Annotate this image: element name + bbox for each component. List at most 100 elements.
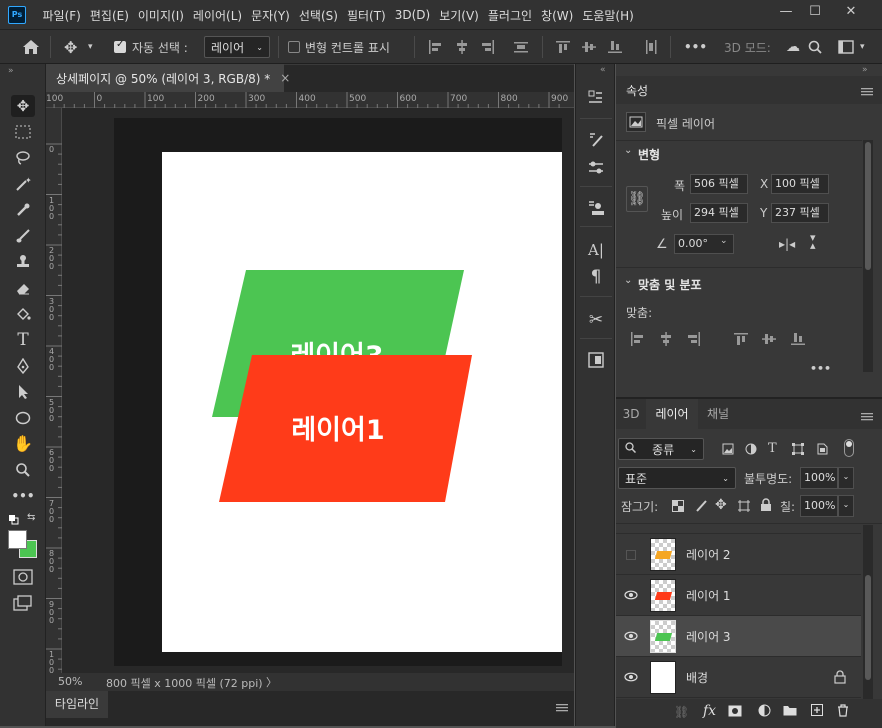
menu-type[interactable]: 문자(Y) (247, 7, 295, 24)
lock-all-icon[interactable] (760, 498, 772, 515)
add-mask-icon[interactable] (728, 705, 742, 720)
paragraph-icon[interactable]: ¶ (584, 265, 608, 289)
info-menu-arrow[interactable]: 〉 (266, 674, 277, 690)
lock-pixels-icon[interactable] (694, 499, 708, 516)
chevron-down-icon[interactable]: ⌄ (624, 145, 632, 156)
marquee-tool-icon[interactable] (11, 121, 35, 143)
adjustments-icon[interactable] (584, 156, 608, 180)
panel-menu-icon[interactable] (861, 85, 873, 99)
menu-file[interactable]: 파일(F) (38, 7, 85, 24)
close-button[interactable]: ✕ (836, 2, 866, 22)
menu-filter[interactable]: 필터(T) (342, 7, 390, 24)
close-icon[interactable]: × (280, 71, 290, 85)
new-layer-icon[interactable] (811, 704, 823, 719)
swap-colors-icon[interactable]: ⇆ (27, 512, 35, 523)
workspace-icon[interactable] (838, 30, 854, 64)
layer-name[interactable]: 레이어 2 (686, 546, 731, 563)
eye-icon[interactable] (624, 630, 638, 644)
canvas-area[interactable]: 레이어3 레이어1 (62, 108, 574, 673)
menu-help[interactable]: 도움말(H) (578, 7, 639, 24)
align-top-icon[interactable] (556, 30, 570, 64)
foreground-color-swatch[interactable] (8, 530, 27, 549)
path-selection-tool-icon[interactable] (11, 381, 35, 403)
transform-controls-checkbox[interactable] (288, 30, 300, 64)
layer-row-2[interactable]: 레이어 2 (616, 534, 861, 575)
delete-layer-icon[interactable] (837, 704, 849, 720)
pen-tool-icon[interactable] (11, 355, 35, 377)
align-bottom-icon[interactable] (791, 332, 805, 349)
menu-image[interactable]: 이미지(I) (133, 7, 188, 24)
flip-vertical-icon[interactable]: ▾ ▴ (810, 232, 816, 251)
link-icon[interactable]: ⛓ (626, 186, 648, 212)
distribute-v-icon[interactable] (644, 30, 658, 64)
panel-menu-icon[interactable] (556, 701, 568, 715)
chevron-down-icon[interactable]: ⌄ (838, 467, 854, 489)
layer-row-1[interactable]: 레이어 1 (616, 575, 861, 616)
width-field[interactable]: 506 픽셀 (690, 174, 748, 194)
menu-window[interactable]: 창(W) (537, 7, 578, 24)
link-layers-icon[interactable]: ⛓ (674, 705, 689, 719)
magic-wand-tool-icon[interactable]: ✦ (11, 173, 35, 195)
document-tab[interactable]: 상세페이지 @ 50% (레이어 3, RGB/8) * × (46, 64, 290, 92)
properties-scrollbar[interactable] (863, 140, 873, 372)
layer-filter-dropdown[interactable]: 종류 ⌄ (618, 438, 704, 460)
more-options-icon[interactable]: ••• (684, 30, 707, 64)
home-icon[interactable] (22, 30, 40, 64)
libraries-icon[interactable] (584, 348, 608, 372)
fx-icon[interactable]: fx (703, 703, 716, 719)
history-icon[interactable] (584, 86, 608, 110)
distribute-icon[interactable] (514, 30, 528, 64)
opacity-field[interactable]: 100% (800, 467, 838, 489)
filter-type-icon[interactable]: T (768, 441, 777, 456)
brush-settings-icon[interactable] (584, 128, 608, 152)
default-colors-icon[interactable] (9, 514, 19, 528)
align-right-icon[interactable] (687, 332, 701, 349)
align-hcenter-icon[interactable] (659, 332, 673, 349)
type-tool-icon[interactable]: T (11, 329, 35, 351)
document-canvas[interactable]: 레이어3 레이어1 (162, 152, 562, 652)
collapse-icon[interactable]: » (8, 66, 14, 76)
maximize-button[interactable]: ☐ (800, 2, 830, 22)
eye-icon[interactable] (624, 589, 638, 603)
search-icon[interactable] (808, 30, 822, 64)
align-right-icon[interactable] (481, 30, 495, 64)
layer-row-3-selected[interactable]: 레이어 3 (616, 616, 861, 657)
align-bottom-icon[interactable] (608, 30, 622, 64)
align-left-icon[interactable] (428, 30, 442, 64)
tab-channels[interactable]: 채널 (698, 399, 738, 429)
menu-view[interactable]: 보기(V) (435, 7, 484, 24)
eye-icon[interactable] (624, 671, 638, 685)
visibility-toggle[interactable] (624, 548, 638, 562)
flip-horizontal-icon[interactable]: ▸|◂ (779, 237, 795, 251)
collapse-icon[interactable]: « (600, 65, 606, 75)
align-vcenter-icon[interactable] (762, 332, 776, 349)
auto-select-dropdown[interactable]: 레이어 ⌄ (204, 36, 270, 58)
y-field[interactable]: 237 픽셀 (771, 203, 829, 223)
chevron-down-icon[interactable]: ▾ (860, 30, 865, 64)
zoom-tool-icon[interactable] (11, 459, 35, 481)
tab-properties[interactable]: 속성 (626, 82, 648, 99)
chevron-down-icon[interactable]: ⌄ (720, 236, 728, 246)
tab-layers[interactable]: 레이어 (646, 399, 698, 429)
minimize-button[interactable]: — (771, 2, 801, 22)
fill-field[interactable]: 100% (800, 495, 838, 517)
layer-name[interactable]: 배경 (686, 669, 708, 686)
brush-tool-icon[interactable] (11, 225, 35, 247)
ellipse-tool-icon[interactable] (11, 407, 35, 429)
clone-source-icon[interactable] (584, 196, 608, 220)
align-vcenter-icon[interactable] (582, 30, 596, 64)
filter-adjustment-icon[interactable] (745, 443, 757, 458)
filter-toggle[interactable] (844, 439, 854, 457)
more-options-icon[interactable]: ••• (810, 362, 831, 375)
filter-pixel-icon[interactable] (722, 443, 734, 458)
move-tool-icon[interactable]: ✥ (64, 30, 77, 64)
stamp-tool-icon[interactable] (11, 251, 35, 273)
chevron-down-icon[interactable]: ▾ (88, 30, 93, 64)
blend-mode-dropdown[interactable]: 표준 ⌄ (618, 467, 736, 489)
layer-name[interactable]: 레이어 3 (686, 628, 731, 645)
new-group-icon[interactable] (783, 705, 797, 719)
layer-row-background[interactable]: 배경 (616, 657, 861, 698)
menu-edit[interactable]: 편집(E) (85, 7, 133, 24)
lock-artboard-icon[interactable] (737, 499, 751, 516)
panel-menu-icon[interactable] (861, 410, 873, 424)
